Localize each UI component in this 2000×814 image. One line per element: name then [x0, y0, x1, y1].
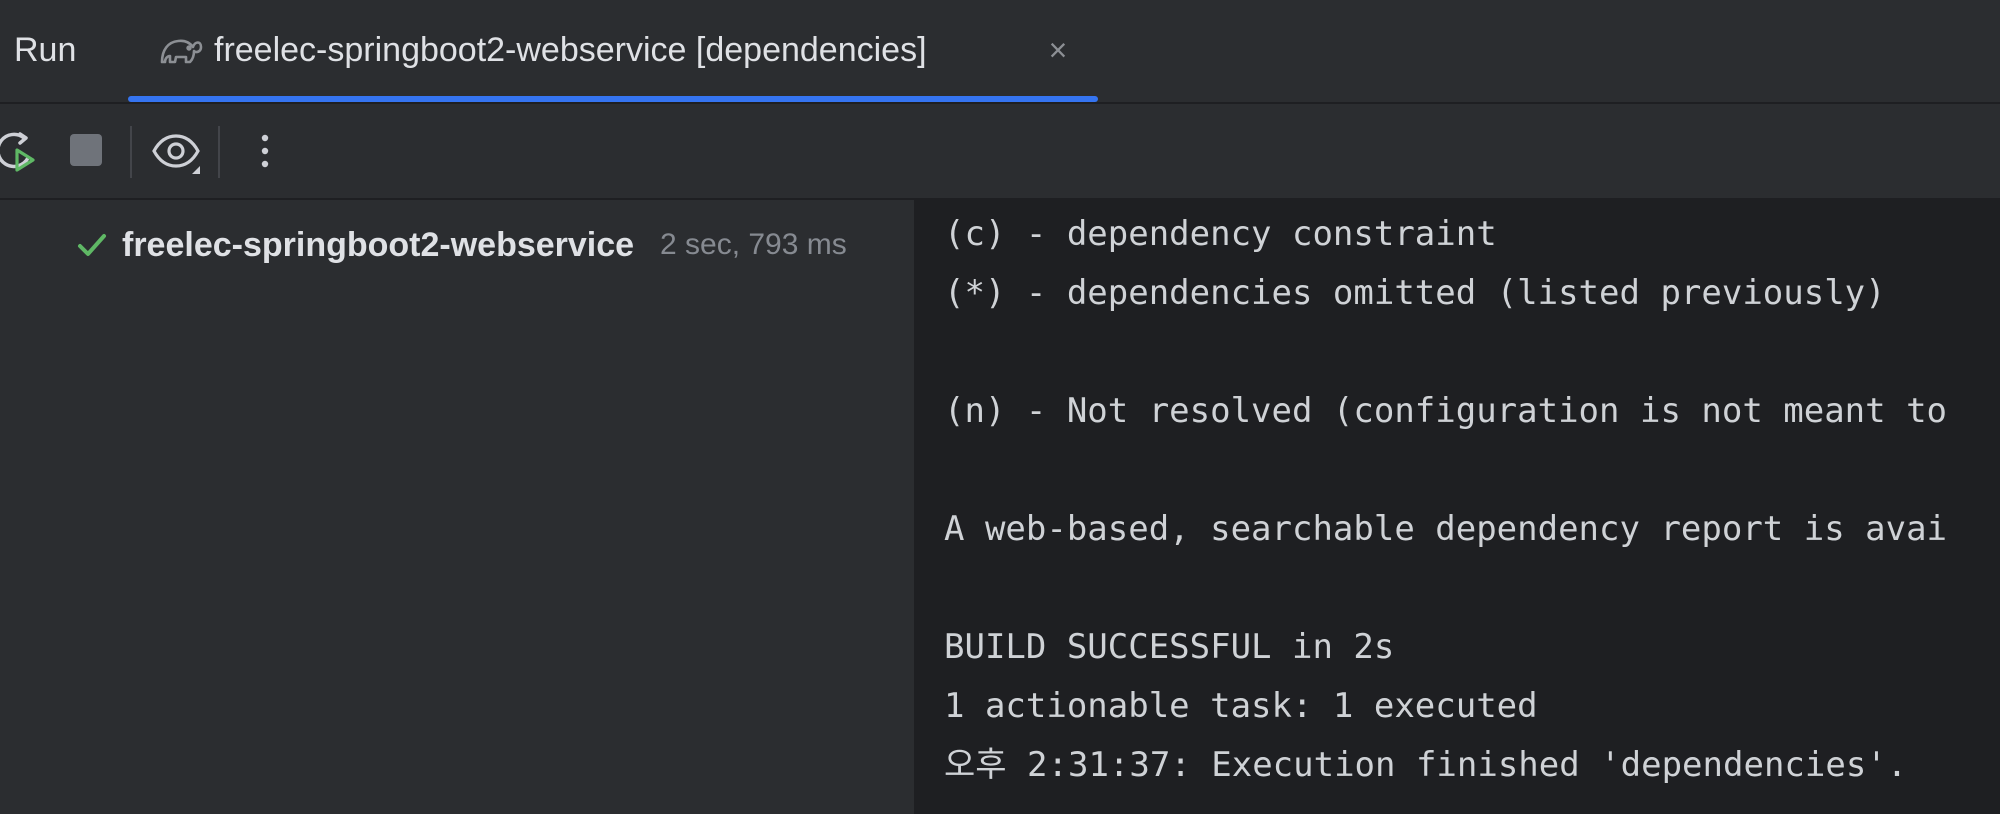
more-options-icon[interactable]	[238, 124, 292, 178]
build-tree-panel: freelec-springboot2-webservice 2 sec, 79…	[0, 200, 914, 814]
console-line: (n) - Not resolved (configuration is not…	[944, 391, 1948, 431]
tree-item-duration: 2 sec, 793 ms	[660, 228, 847, 261]
close-icon[interactable]: ×	[1040, 28, 1076, 72]
console-line: 1 actionable task: 1 executed	[944, 686, 1538, 726]
console-line: A web-based, searchable dependency repor…	[944, 509, 1948, 549]
console-output[interactable]: (c) - dependency constraint (*) - depend…	[914, 200, 2000, 814]
console-line: (*) - dependencies omitted (listed previ…	[944, 273, 1886, 313]
rerun-icon[interactable]	[0, 124, 44, 178]
tab-dependencies[interactable]: freelec-springboot2-webservice [dependen…	[128, 0, 1098, 102]
eye-icon[interactable]	[148, 124, 202, 178]
toolbar-separator	[130, 126, 132, 178]
run-tool-window: Run freelec-springboot2-webservice [depe…	[0, 0, 2000, 814]
active-tab-indicator	[128, 96, 1098, 102]
tab-title: freelec-springboot2-webservice [dependen…	[214, 31, 927, 69]
toolbar-separator	[218, 126, 220, 178]
console-line: BUILD SUCCESSFUL in 2s	[944, 627, 1395, 667]
run-toolbar	[0, 104, 2000, 200]
check-icon	[76, 230, 108, 260]
tree-item-build-task[interactable]: freelec-springboot2-webservice 2 sec, 79…	[0, 220, 914, 270]
tree-item-label: freelec-springboot2-webservice	[122, 226, 635, 264]
run-tab-bar: Run freelec-springboot2-webservice [depe…	[0, 0, 2000, 104]
run-tool-window-title: Run	[14, 31, 77, 69]
gradle-elephant-icon	[158, 32, 204, 68]
stop-icon[interactable]	[60, 124, 114, 178]
console-line: 오후 2:31:37: Execution finished 'dependen…	[944, 745, 1908, 785]
console-line: (c) - dependency constraint	[944, 214, 1497, 254]
